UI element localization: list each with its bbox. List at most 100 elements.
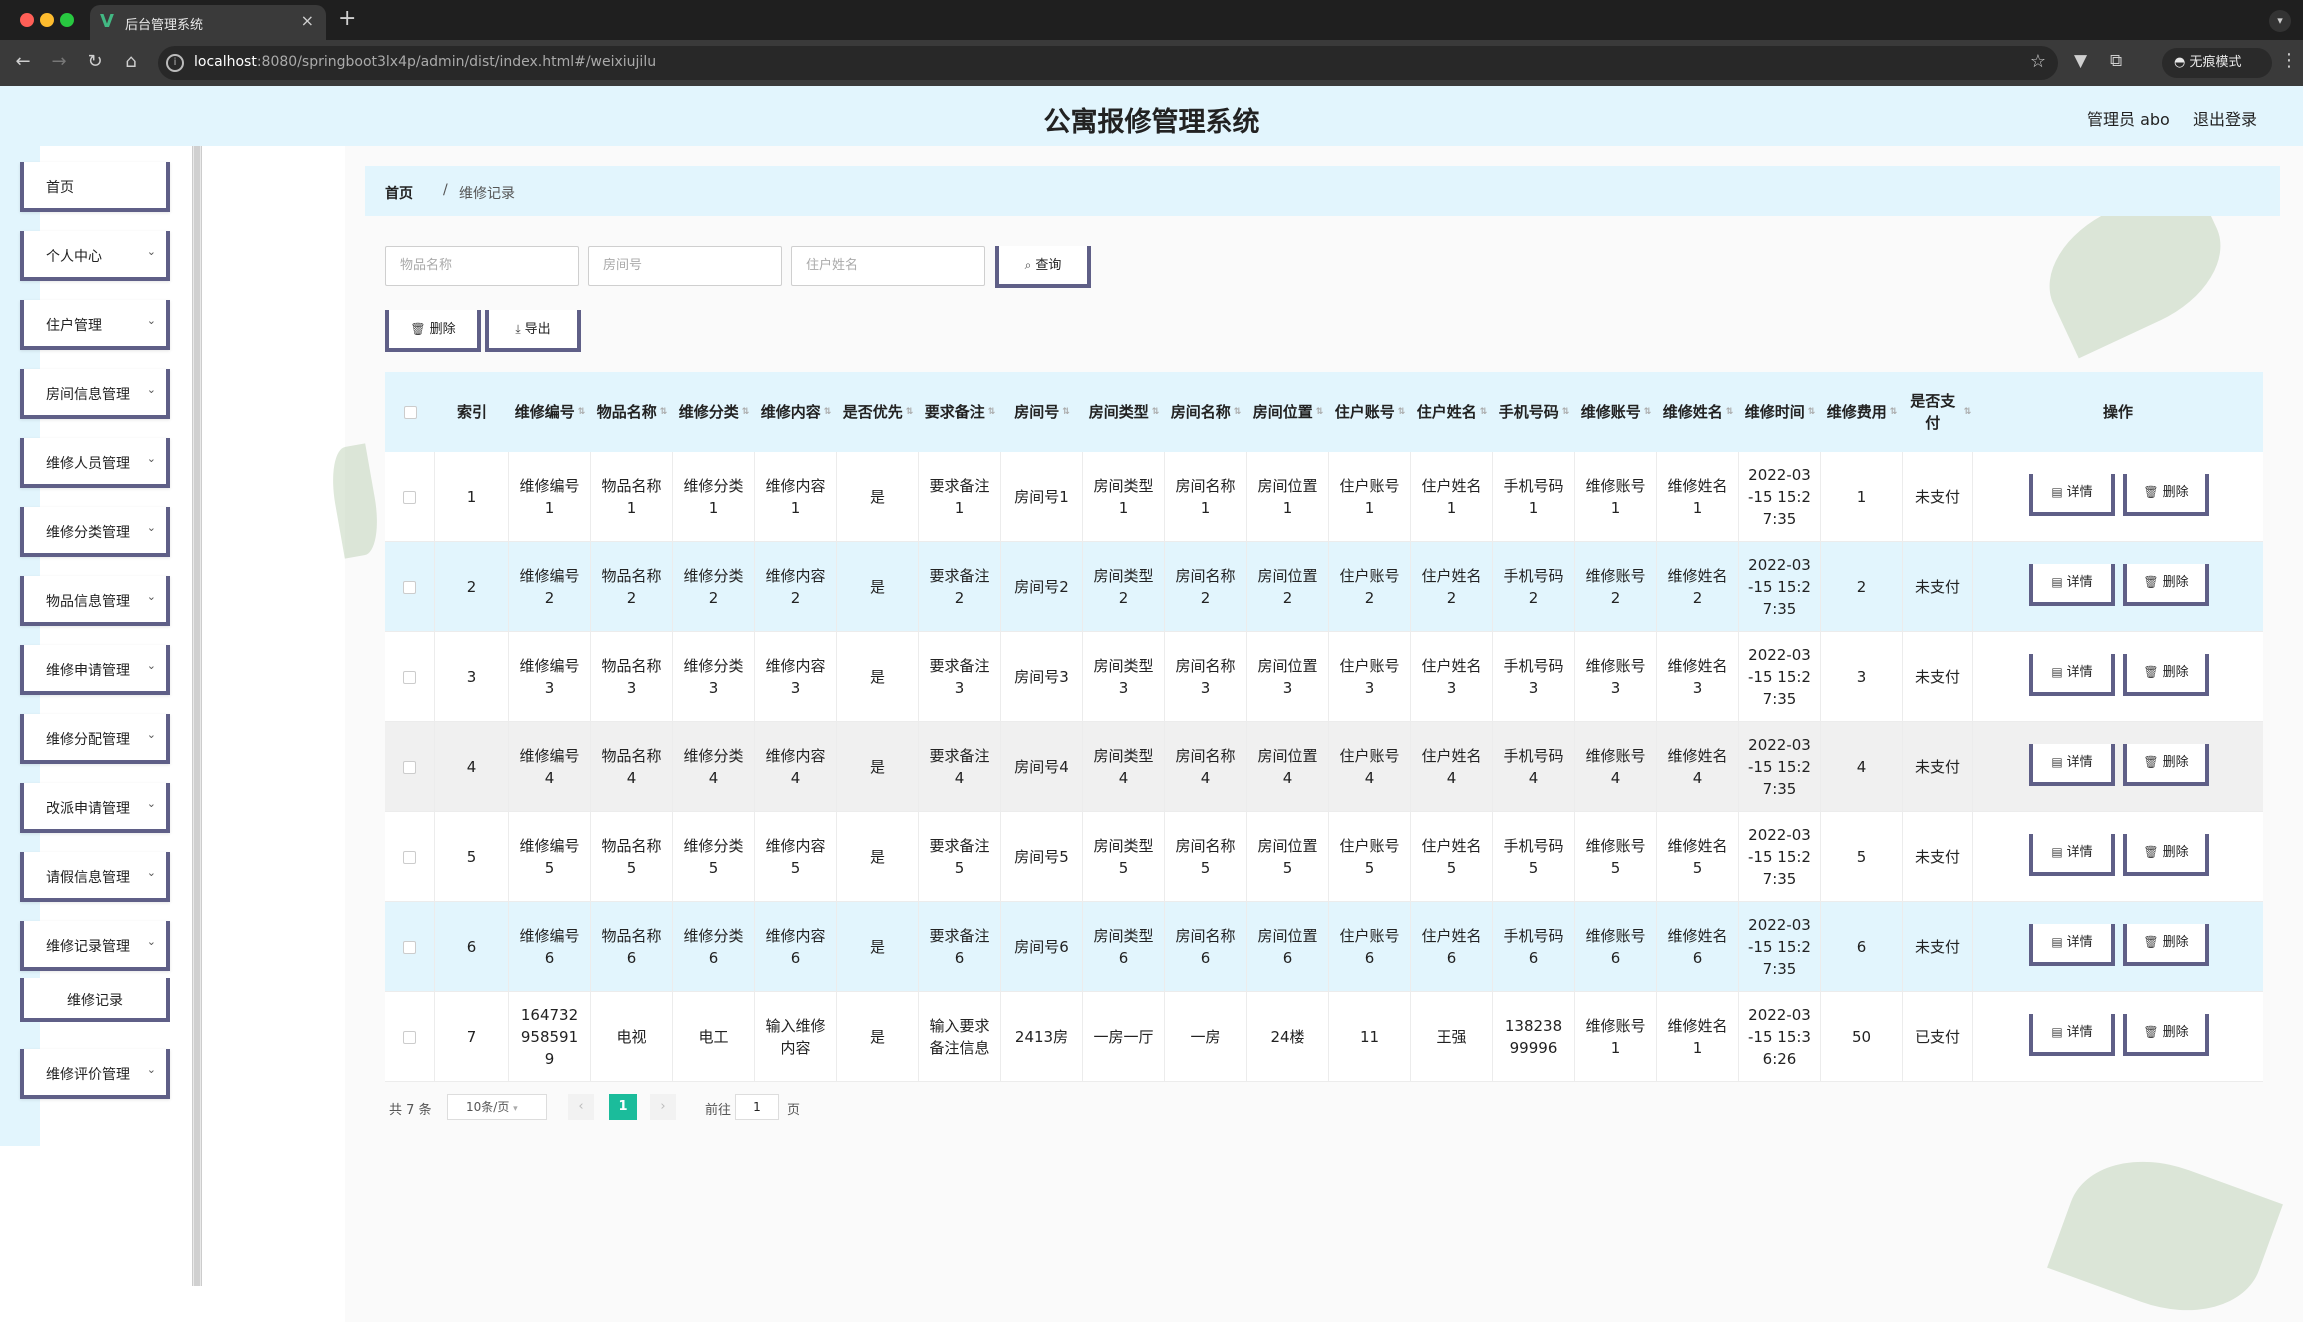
extensions-icon[interactable]: ⧉ — [2110, 51, 2122, 71]
select-all-checkbox[interactable] — [403, 405, 417, 419]
column-header[interactable]: 维修账号 ⇅ — [1575, 372, 1657, 452]
browser-tab[interactable]: V 后台管理系统 × — [90, 5, 326, 40]
sort-icon[interactable]: ⇅ — [1316, 401, 1324, 423]
home-icon[interactable]: ⌂ — [120, 51, 142, 72]
column-header[interactable]: 维修时间 ⇅ — [1739, 372, 1821, 452]
close-window-button[interactable] — [20, 13, 34, 27]
column-header[interactable]: 住户姓名 ⇅ — [1411, 372, 1493, 452]
column-header[interactable]: 维修费用 ⇅ — [1821, 372, 1903, 452]
sort-icon[interactable]: ⇅ — [1062, 401, 1070, 423]
detail-button[interactable]: ▤ 详情 — [2029, 474, 2115, 516]
sidebar-item[interactable]: 请假信息管理 ⌄ — [20, 852, 170, 902]
minimize-window-button[interactable] — [40, 13, 54, 27]
sidebar-scrollbar[interactable] — [192, 146, 202, 1286]
page-number-current[interactable]: 1 — [609, 1094, 637, 1120]
detail-button[interactable]: ▤ 详情 — [2029, 564, 2115, 606]
column-header[interactable]: 要求备注 ⇅ — [919, 372, 1001, 452]
sidebar-item[interactable]: 维修人员管理 ⌄ — [20, 438, 170, 488]
column-header[interactable]: 房间名称 ⇅ — [1165, 372, 1247, 452]
site-info-icon[interactable]: i — [166, 54, 184, 72]
column-header[interactable]: 住户账号 ⇅ — [1329, 372, 1411, 452]
sidebar-item[interactable]: 维修申请管理 ⌄ — [20, 645, 170, 695]
detail-button[interactable]: ▤ 详情 — [2029, 1014, 2115, 1056]
row-checkbox[interactable] — [403, 670, 416, 684]
delete-button[interactable]: 🗑 删除 — [2123, 564, 2209, 606]
row-checkbox[interactable] — [403, 940, 416, 954]
column-header[interactable]: 维修分类 ⇅ — [673, 372, 755, 452]
tab-close-icon[interactable]: × — [301, 11, 314, 30]
forward-icon[interactable]: → — [48, 51, 70, 72]
maximize-window-button[interactable] — [60, 13, 74, 27]
address-bar[interactable]: i localhost:8080/springboot3lx4p/admin/d… — [158, 46, 2058, 80]
detail-button[interactable]: ▤ 详情 — [2029, 744, 2115, 786]
column-header[interactable]: 房间位置 ⇅ — [1247, 372, 1329, 452]
sidebar-scrollbar-thumb[interactable] — [194, 146, 200, 1286]
sidebar-item[interactable]: 房间信息管理 ⌄ — [20, 369, 170, 419]
back-icon[interactable]: ← — [12, 51, 34, 72]
page-size-select[interactable]: 10条/页 ▾ — [447, 1094, 547, 1120]
sort-icon[interactable]: ⇅ — [1398, 401, 1406, 423]
breadcrumb-home[interactable]: 首页 — [385, 183, 413, 203]
sidebar-item[interactable]: 首页 — [20, 162, 170, 212]
sidebar-item[interactable]: 住户管理 ⌄ — [20, 300, 170, 350]
sidebar-item[interactable]: 维修记录管理 ⌄ — [20, 921, 170, 971]
next-page-button[interactable]: › — [650, 1094, 676, 1120]
delete-button[interactable]: 🗑 删除 — [2123, 744, 2209, 786]
row-checkbox[interactable] — [403, 580, 416, 594]
column-header[interactable]: 操作 — [1973, 372, 2263, 452]
item-name-input[interactable]: 物品名称 — [385, 246, 579, 286]
reload-icon[interactable]: ↻ — [84, 51, 106, 72]
sidebar-item[interactable]: 维修分类管理 ⌄ — [20, 507, 170, 557]
sidebar-item[interactable]: 个人中心 ⌄ — [20, 231, 170, 281]
sidebar-item[interactable]: 改派申请管理 ⌄ — [20, 783, 170, 833]
column-header[interactable]: 是否优先 ⇅ — [837, 372, 919, 452]
sort-icon[interactable]: ⇅ — [660, 401, 668, 423]
sidebar-item[interactable]: 维修分配管理 ⌄ — [20, 714, 170, 764]
logout-link[interactable]: 退出登录 — [2193, 106, 2257, 130]
row-checkbox[interactable] — [403, 1030, 416, 1044]
sort-icon[interactable]: ⇅ — [1726, 401, 1734, 423]
delete-button[interactable]: 🗑 删除 — [2123, 474, 2209, 516]
detail-button[interactable]: ▤ 详情 — [2029, 924, 2115, 966]
sort-icon[interactable]: ⇅ — [1964, 401, 1972, 423]
resident-name-input[interactable]: 住户姓名 — [791, 246, 985, 286]
sidebar-item[interactable]: 物品信息管理 ⌄ — [20, 576, 170, 626]
sort-icon[interactable]: ⇅ — [1808, 401, 1816, 423]
detail-button[interactable]: ▤ 详情 — [2029, 654, 2115, 696]
column-header[interactable]: 房间号 ⇅ — [1001, 372, 1083, 452]
row-checkbox[interactable] — [403, 760, 416, 774]
vue-devtools-icon[interactable]: ▼ — [2074, 51, 2087, 71]
column-header[interactable]: 维修编号 ⇅ — [509, 372, 591, 452]
batch-delete-button[interactable]: 🗑 删除 — [385, 310, 481, 352]
room-number-input[interactable]: 房间号 — [588, 246, 782, 286]
detail-button[interactable]: ▤ 详情 — [2029, 834, 2115, 876]
column-header[interactable]: 手机号码 ⇅ — [1493, 372, 1575, 452]
sort-icon[interactable]: ⇅ — [824, 401, 832, 423]
incognito-badge[interactable]: ◓ 无痕模式 — [2162, 48, 2272, 78]
sort-icon[interactable]: ⇅ — [1890, 401, 1898, 423]
column-header[interactable]: 房间类型 ⇅ — [1083, 372, 1165, 452]
delete-button[interactable]: 🗑 删除 — [2123, 654, 2209, 696]
sort-icon[interactable]: ⇅ — [1234, 401, 1242, 423]
delete-button[interactable]: 🗑 删除 — [2123, 834, 2209, 876]
column-header[interactable]: 物品名称 ⇅ — [591, 372, 673, 452]
column-header[interactable]: 维修姓名 ⇅ — [1657, 372, 1739, 452]
sort-icon[interactable]: ⇅ — [578, 401, 586, 423]
sort-icon[interactable]: ⇅ — [1480, 401, 1488, 423]
column-header[interactable]: 索引 — [435, 372, 509, 452]
sort-icon[interactable]: ⇅ — [1152, 401, 1160, 423]
column-header[interactable]: 是否支付 ⇅ — [1903, 372, 1973, 452]
prev-page-button[interactable]: ‹ — [568, 1094, 594, 1120]
column-header[interactable]: 维修内容 ⇅ — [755, 372, 837, 452]
delete-button[interactable]: 🗑 删除 — [2123, 924, 2209, 966]
new-tab-icon[interactable]: + — [338, 6, 356, 31]
sort-icon[interactable]: ⇅ — [1644, 401, 1652, 423]
tab-search-icon[interactable]: ▾ — [2269, 10, 2291, 32]
sort-icon[interactable]: ⇅ — [742, 401, 750, 423]
sidebar-item[interactable]: 维修评价管理 ⌄ — [20, 1049, 170, 1099]
row-checkbox[interactable] — [403, 850, 416, 864]
bookmark-star-icon[interactable]: ☆ — [2030, 51, 2046, 72]
query-button[interactable]: ⌕ 查询 — [995, 246, 1091, 288]
sort-icon[interactable]: ⇅ — [906, 401, 914, 423]
browser-menu-icon[interactable]: ⋮ — [2280, 50, 2298, 71]
